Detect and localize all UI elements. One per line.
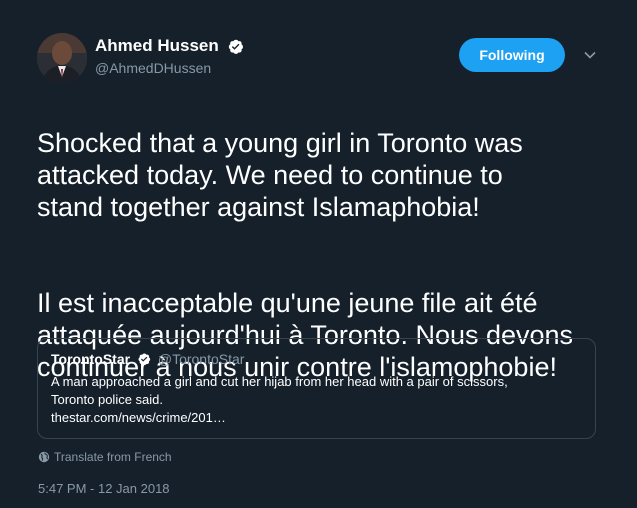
display-name[interactable]: Ahmed Hussen: [95, 35, 219, 57]
window-top-edge: [0, 0, 637, 4]
quoted-text-line: Toronto police said.: [51, 392, 164, 407]
avatar-image: [37, 33, 87, 83]
user-info: Ahmed Hussen @AhmedDHussen: [95, 35, 244, 78]
quoted-display-name: TorontoStar: [51, 351, 131, 367]
quoted-handle: @TorontoStar: [157, 351, 245, 367]
verified-badge-icon: [229, 39, 244, 54]
quoted-link[interactable]: thestar.com/news/crime/201…: [51, 409, 582, 427]
translate-link[interactable]: Translate from French: [38, 450, 172, 464]
quoted-tweet-body: A man approached a girl and cut her hija…: [51, 373, 582, 427]
quoted-tweet-header: TorontoStar @TorontoStar: [51, 351, 582, 368]
tweet-timestamp[interactable]: 5:47 PM - 12 Jan 2018: [38, 481, 170, 497]
tweet-paragraph-english: Shocked that a young girl in Toronto was…: [37, 128, 523, 222]
verified-badge-icon: [138, 353, 151, 366]
chevron-down-icon[interactable]: [583, 48, 597, 62]
quoted-text-line: A man approached a girl and cut her hija…: [51, 374, 508, 389]
following-button[interactable]: Following: [459, 38, 565, 72]
avatar[interactable]: [37, 33, 87, 83]
user-handle[interactable]: @AhmedDHussen: [95, 58, 244, 78]
tweet-header: Ahmed Hussen @AhmedDHussen Following: [37, 33, 612, 83]
quoted-tweet-card[interactable]: TorontoStar @TorontoStar A man approache…: [37, 338, 596, 439]
translate-label[interactable]: Translate from French: [54, 450, 172, 464]
globe-icon: [38, 451, 50, 463]
